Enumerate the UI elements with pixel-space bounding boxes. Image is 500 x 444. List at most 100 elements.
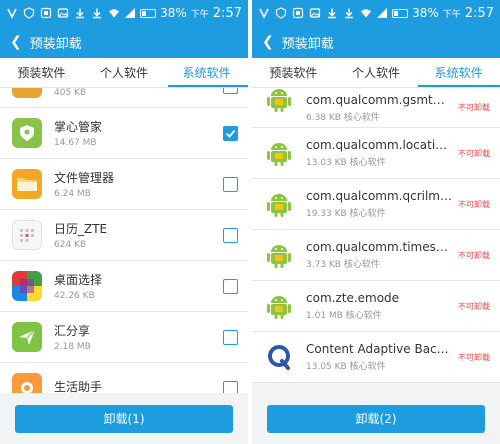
android-icon <box>264 291 294 321</box>
app-name: com.zte.emode <box>306 291 400 305</box>
life-icon <box>12 373 42 393</box>
active-tab-indicator <box>418 85 500 87</box>
download-icon-2 <box>345 8 353 19</box>
app-name: 桌面选择 <box>54 273 103 287</box>
image-status-icon <box>309 8 321 18</box>
tab-personal[interactable]: 个人软件 <box>335 58 418 87</box>
notification-icons <box>258 7 355 19</box>
list-item[interactable]: com.qualcomm.location.XT 13.03 KB 核心软件 不… <box>252 128 500 179</box>
app-size: 19.33 KB 核心软件 <box>306 209 386 219</box>
app-size: 14.67 MB <box>54 138 97 148</box>
list-item[interactable]: 桌面选择 42.26 KB <box>0 261 248 312</box>
image-status-icon <box>57 8 69 18</box>
app-size: 42.26 KB <box>54 291 95 301</box>
screenshot-composite: 38% 下午 2:57 ❮ 预装卸载 预装软件 个人软件 系统软件 405 KB <box>0 0 500 444</box>
app-name: 日历_ZTE <box>54 222 108 236</box>
wifi-icon <box>109 9 120 18</box>
wifi-icon <box>361 9 372 18</box>
status-bar: 38% 下午 2:57 <box>0 0 248 26</box>
app-size: 1.01 MB 核心软件 <box>306 311 382 321</box>
app-name: 汇分享 <box>54 324 91 338</box>
not-uninstallable-label: 不可卸载 <box>458 301 490 311</box>
battery-percent: 38% <box>160 6 187 20</box>
tab-preinstalled[interactable]: 预装软件 <box>0 58 83 87</box>
notification-icons <box>6 7 103 19</box>
signal-icon <box>125 8 136 18</box>
status-right: 38% 下午 2:57 <box>108 6 242 21</box>
app-checkbox[interactable] <box>223 278 238 294</box>
ampm-label: 下午 <box>190 9 209 20</box>
download-icon-2 <box>93 8 101 19</box>
uninstall-button[interactable]: 卸载(2) <box>267 404 485 433</box>
app-name: Content Adaptive Backlight. <box>306 342 452 356</box>
qualcomm-icon <box>264 342 294 372</box>
tab-preinstalled[interactable]: 预装软件 <box>252 58 335 87</box>
not-uninstallable-label: 不可卸载 <box>458 103 490 112</box>
app-checkbox[interactable] <box>223 125 238 141</box>
app-status-icon <box>292 7 304 19</box>
status-bar: 38% 下午 2:57 <box>252 0 500 26</box>
shield-status-icon <box>23 7 35 19</box>
download-icon <box>328 8 336 19</box>
app-name: com.qualcomm.timeservice <box>306 240 452 254</box>
ampm-label: 下午 <box>442 9 461 20</box>
not-uninstallable-label: 不可卸载 <box>458 352 490 362</box>
list-item[interactable]: com.qualcomm.timeservice 3.73 KB 核心软件 不可… <box>252 230 500 281</box>
tab-system[interactable]: 系统软件 <box>417 58 500 87</box>
check-icon <box>225 129 236 138</box>
list-item[interactable]: 掌心管家 14.67 MB <box>0 108 248 159</box>
app-checkbox[interactable] <box>223 227 238 243</box>
bottom-bar: 卸载(2) <box>252 393 500 444</box>
left-phone-screen: 38% 下午 2:57 ❮ 预装卸载 预装软件 个人软件 系统软件 405 KB <box>0 0 248 444</box>
app-status-icon <box>40 7 52 19</box>
list-item[interactable]: Content Adaptive Backlight. 13.05 KB 核心软… <box>252 332 500 383</box>
app-list[interactable]: com.qualcomm.gsmtunea. 6.38 KB 核心软件 不可卸载… <box>252 88 500 393</box>
app-size: 13.05 KB 核心软件 <box>306 362 386 372</box>
android-icon <box>264 240 294 270</box>
app-name: 掌心管家 <box>54 120 103 134</box>
back-chevron-icon[interactable]: ❮ <box>262 34 274 50</box>
download-icon <box>76 8 84 19</box>
tab-bar: 预装软件 个人软件 系统软件 <box>0 58 248 88</box>
title-bar: ❮ 预装卸载 <box>252 26 500 58</box>
launcher-icon <box>12 271 42 301</box>
partial-list-item[interactable]: 405 KB <box>0 88 248 108</box>
v-icon <box>259 8 269 19</box>
clock: 2:57 <box>464 5 494 21</box>
tab-system[interactable]: 系统软件 <box>165 58 248 87</box>
list-item[interactable]: 生活助手 <box>0 363 248 393</box>
app-checkbox[interactable] <box>223 176 238 192</box>
app-checkbox[interactable] <box>223 380 238 393</box>
app-checkbox[interactable] <box>223 329 238 345</box>
shield-status-icon <box>275 7 287 19</box>
battery-percent: 38% <box>412 6 439 20</box>
list-item[interactable]: com.qualcomm.gsmtunea. 6.38 KB 核心软件 不可卸载 <box>252 88 500 128</box>
status-right: 38% 下午 2:57 <box>360 6 494 21</box>
app-size: 2.18 MB <box>54 342 91 352</box>
not-uninstallable-label: 不可卸载 <box>458 250 490 260</box>
list-item[interactable]: com.zte.emode 1.01 MB 核心软件 不可卸载 <box>252 281 500 332</box>
partial-app-size: 405 KB <box>54 88 87 98</box>
list-item[interactable]: 汇分享 2.18 MB <box>0 312 248 363</box>
app-list[interactable]: 405 KB 掌心管家 14.67 MB 文件管理器 6.24 MB 日历_ZT… <box>0 88 248 393</box>
not-uninstallable-label: 不可卸载 <box>458 148 490 158</box>
shield-icon <box>12 118 42 148</box>
app-name: 生活助手 <box>54 380 103 393</box>
tab-personal[interactable]: 个人软件 <box>83 58 166 87</box>
partial-app-checkbox[interactable] <box>223 88 238 94</box>
app-size: 624 KB <box>54 240 87 250</box>
share-icon <box>12 322 42 352</box>
list-item[interactable]: 文件管理器 6.24 MB <box>0 159 248 210</box>
battery-icon <box>392 8 409 18</box>
list-item[interactable]: com.qualcomm.qcrilmsgtu. 19.33 KB 核心软件 不… <box>252 179 500 230</box>
title-bar: ❮ 预装卸载 <box>0 26 248 58</box>
active-tab-indicator <box>168 85 248 87</box>
app-name: com.qualcomm.qcrilmsgtu. <box>306 189 452 203</box>
uninstall-button[interactable]: 卸载(1) <box>15 404 233 433</box>
bottom-bar: 卸载(1) <box>0 393 248 444</box>
list-item[interactable]: 日历_ZTE 624 KB <box>0 210 248 261</box>
right-phone-screen: 38% 下午 2:57 ❮ 预装卸载 预装软件 个人软件 系统软件 com.qu… <box>252 0 500 444</box>
back-chevron-icon[interactable]: ❮ <box>10 34 22 50</box>
page-title: 预装卸载 <box>281 36 334 52</box>
app-name: 文件管理器 <box>54 171 115 185</box>
